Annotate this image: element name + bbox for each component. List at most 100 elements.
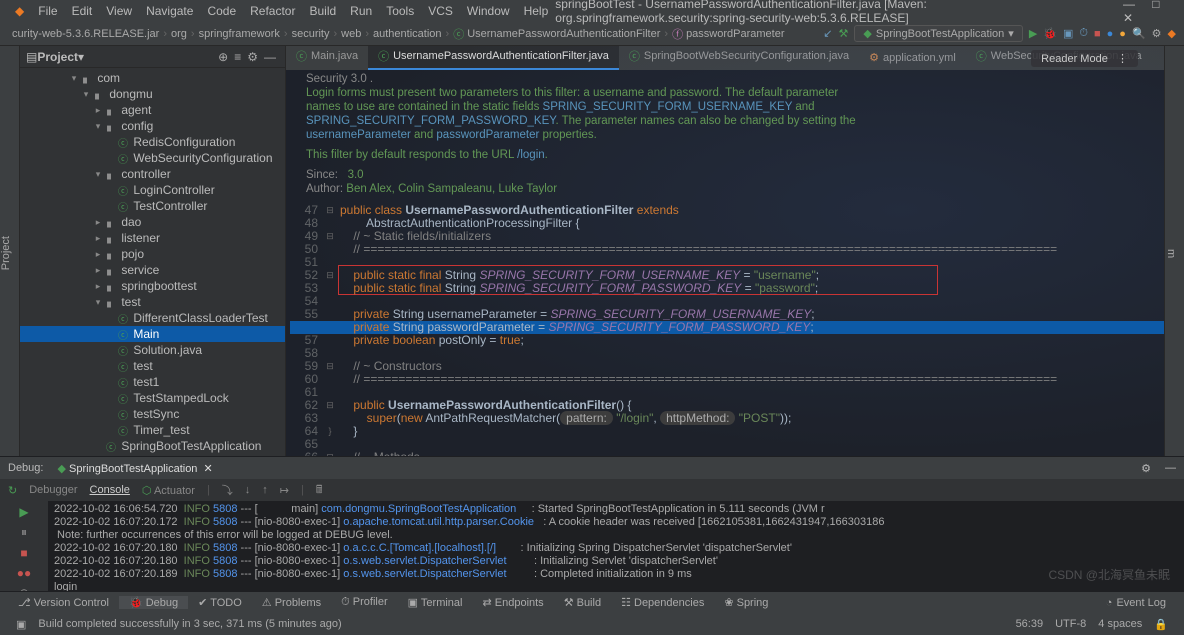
encoding[interactable]: UTF-8: [1049, 618, 1092, 630]
tree-item-solution.java[interactable]: ⓒ Solution.java: [20, 342, 285, 358]
tree-item-testcontroller[interactable]: ⓒ TestController: [20, 198, 285, 214]
bottom-build[interactable]: ⚒ Build: [554, 596, 611, 609]
crumb-sf[interactable]: springframework: [195, 28, 284, 40]
debug-icon[interactable]: 🐞: [1043, 27, 1057, 40]
tree-item-redisconfiguration[interactable]: ⓒ RedisConfiguration: [20, 134, 285, 150]
bottom-spring[interactable]: ❀ Spring: [714, 596, 778, 609]
tab-actuator[interactable]: ⬡ Actuator: [142, 484, 195, 497]
tree-item-dongmu[interactable]: ▾▖ dongmu: [20, 86, 285, 102]
nav-back-icon[interactable]: ↙: [823, 27, 832, 40]
code-area[interactable]: 4748495051525354555657585960616263646566…: [290, 204, 1164, 456]
tree-item-testsync[interactable]: ⓒ testSync: [20, 406, 285, 422]
tree-item-test[interactable]: ⓒ test: [20, 358, 285, 374]
tab-console[interactable]: Console: [90, 484, 130, 496]
git-update-icon[interactable]: ●: [1107, 28, 1114, 40]
bottom-debug[interactable]: 🐞 Debug: [119, 596, 188, 609]
run-icon[interactable]: ▶: [1029, 27, 1037, 40]
dbg-stop-icon[interactable]: ■: [20, 546, 27, 560]
tree-item-pojo[interactable]: ▸▖ pojo: [20, 246, 285, 262]
step-out-icon[interactable]: ↑: [262, 484, 268, 496]
lock-icon[interactable]: 🔒: [1148, 618, 1174, 631]
search-icon[interactable]: 🔍: [1132, 27, 1146, 40]
project-expand-icon[interactable]: ≡: [231, 50, 244, 64]
maximize-icon[interactable]: □: [1145, 0, 1166, 11]
menu-view[interactable]: View: [99, 4, 139, 18]
indent[interactable]: 4 spaces: [1092, 618, 1148, 630]
menu-help[interactable]: Help: [517, 4, 556, 18]
event-log[interactable]: ◔ Event Log: [1096, 597, 1176, 609]
tree-item-config[interactable]: ▾▖ config: [20, 118, 285, 134]
pause-icon[interactable]: ⏸: [21, 525, 27, 540]
tree-item-com[interactable]: ▾▖ com: [20, 70, 285, 86]
tree-item-logincontroller[interactable]: ⓒ LoginController: [20, 182, 285, 198]
tree-item-teststampedlock[interactable]: ⓒ TestStampedLock: [20, 390, 285, 406]
debug-rerun-icon[interactable]: ↻: [8, 484, 17, 497]
bottom-todo[interactable]: ✔ TODO: [188, 596, 252, 609]
menu-build[interactable]: Build: [302, 4, 343, 18]
tree-item-test1[interactable]: ⓒ test1: [20, 374, 285, 390]
stop-icon[interactable]: ■: [1094, 28, 1101, 40]
ide-icon[interactable]: ◆: [1168, 27, 1176, 40]
crumb-class[interactable]: ⓒ UsernamePasswordAuthenticationFilter: [449, 26, 664, 42]
coverage-icon[interactable]: ▣: [1063, 27, 1073, 40]
crumb-sec[interactable]: security: [288, 28, 334, 40]
tree-item-springboottest[interactable]: ▸▖ springboottest: [20, 278, 285, 294]
tool-maven[interactable]: m: [1165, 249, 1177, 258]
project-gear-icon[interactable]: ⚙: [244, 50, 261, 64]
step-over-icon[interactable]: ⤵: [222, 482, 233, 498]
menu-file[interactable]: File: [31, 4, 64, 18]
bottom-problems[interactable]: ⚠ Problems: [252, 596, 331, 609]
run-to-icon[interactable]: ↦: [280, 484, 289, 497]
tree-item-listener[interactable]: ▸▖ listener: [20, 230, 285, 246]
tool-project[interactable]: Project: [0, 236, 12, 270]
bottom-version-control[interactable]: ⎇ Version Control: [8, 596, 119, 609]
menu-window[interactable]: Window: [460, 4, 517, 18]
editor-tab[interactable]: ⚙ application.yml: [859, 47, 966, 70]
project-crosshair-icon[interactable]: ⊕: [215, 50, 231, 64]
editor-tab[interactable]: ⓒ Main.java: [286, 46, 368, 70]
crumb-jar[interactable]: curity-web-5.3.6.RELEASE.jar: [8, 28, 163, 40]
caret-pos[interactable]: 56:39: [1010, 618, 1050, 630]
menu-code[interactable]: Code: [200, 4, 243, 18]
tree-item-service[interactable]: ▸▖ service: [20, 262, 285, 278]
project-hide-icon[interactable]: —: [261, 50, 279, 64]
tree-item-controller[interactable]: ▾▖ controller: [20, 166, 285, 182]
console-output[interactable]: 2022-10-02 16:06:54.720 INFO 5808 --- [ …: [48, 501, 1184, 591]
avatar-icon[interactable]: ●: [1119, 28, 1126, 40]
editor-tab[interactable]: ⓒ UsernamePasswordAuthenticationFilter.j…: [368, 46, 619, 70]
tree-item-main[interactable]: ⓒ Main: [20, 326, 285, 342]
crumb-org[interactable]: org: [167, 28, 191, 40]
close-icon[interactable]: ✕: [1116, 11, 1140, 25]
crumb-web[interactable]: web: [337, 28, 365, 40]
debug-gear-icon[interactable]: ⚙: [1141, 462, 1151, 475]
tree-item-agent[interactable]: ▸▖ agent: [20, 102, 285, 118]
crumb-auth[interactable]: authentication: [369, 28, 446, 40]
profiler-icon[interactable]: ⏱: [1079, 27, 1088, 40]
tab-debugger[interactable]: Debugger: [29, 484, 77, 496]
menu-refactor[interactable]: Refactor: [243, 4, 302, 18]
resume-icon[interactable]: ▶: [19, 505, 28, 519]
minimize-icon[interactable]: —: [1116, 0, 1142, 11]
tree-item-timer_test[interactable]: ⓒ Timer_test: [20, 422, 285, 438]
nav-hammer-icon[interactable]: ⚒: [839, 27, 849, 40]
tree-item-dao[interactable]: ▸▖ dao: [20, 214, 285, 230]
tree-item-resources[interactable]: ▾▖ resources: [20, 454, 285, 456]
tree-item-websecurityconfiguration[interactable]: ⓒ WebSecurityConfiguration: [20, 150, 285, 166]
tree-item-test[interactable]: ▾▖ test: [20, 294, 285, 310]
menu-navigate[interactable]: Navigate: [139, 4, 200, 18]
view-bp-icon[interactable]: ●●: [17, 566, 32, 580]
step-into-icon[interactable]: ↓: [245, 484, 251, 496]
menu-run[interactable]: Run: [343, 4, 379, 18]
reader-mode-badge[interactable]: Reader Mode ⋮: [1031, 50, 1138, 67]
debug-target[interactable]: ◆ SpringBootTestApplication ✕: [57, 462, 212, 475]
settings-icon[interactable]: ⚙: [1152, 27, 1162, 40]
menu-edit[interactable]: Edit: [65, 4, 100, 18]
eval-icon[interactable]: 🖩: [316, 481, 323, 500]
bottom-terminal[interactable]: ▣ Terminal: [398, 596, 473, 609]
tree-item-springboottestapplication[interactable]: ⓒ SpringBootTestApplication: [20, 438, 285, 454]
bottom-endpoints[interactable]: ⇄ Endpoints: [472, 596, 553, 609]
tree-item-differentclassloadertest[interactable]: ⓒ DifferentClassLoaderTest: [20, 310, 285, 326]
bottom-profiler[interactable]: ⏱ Profiler: [331, 596, 397, 609]
mute-bp-icon[interactable]: ⊘: [19, 586, 29, 591]
debug-hide-icon[interactable]: —: [1165, 462, 1176, 474]
